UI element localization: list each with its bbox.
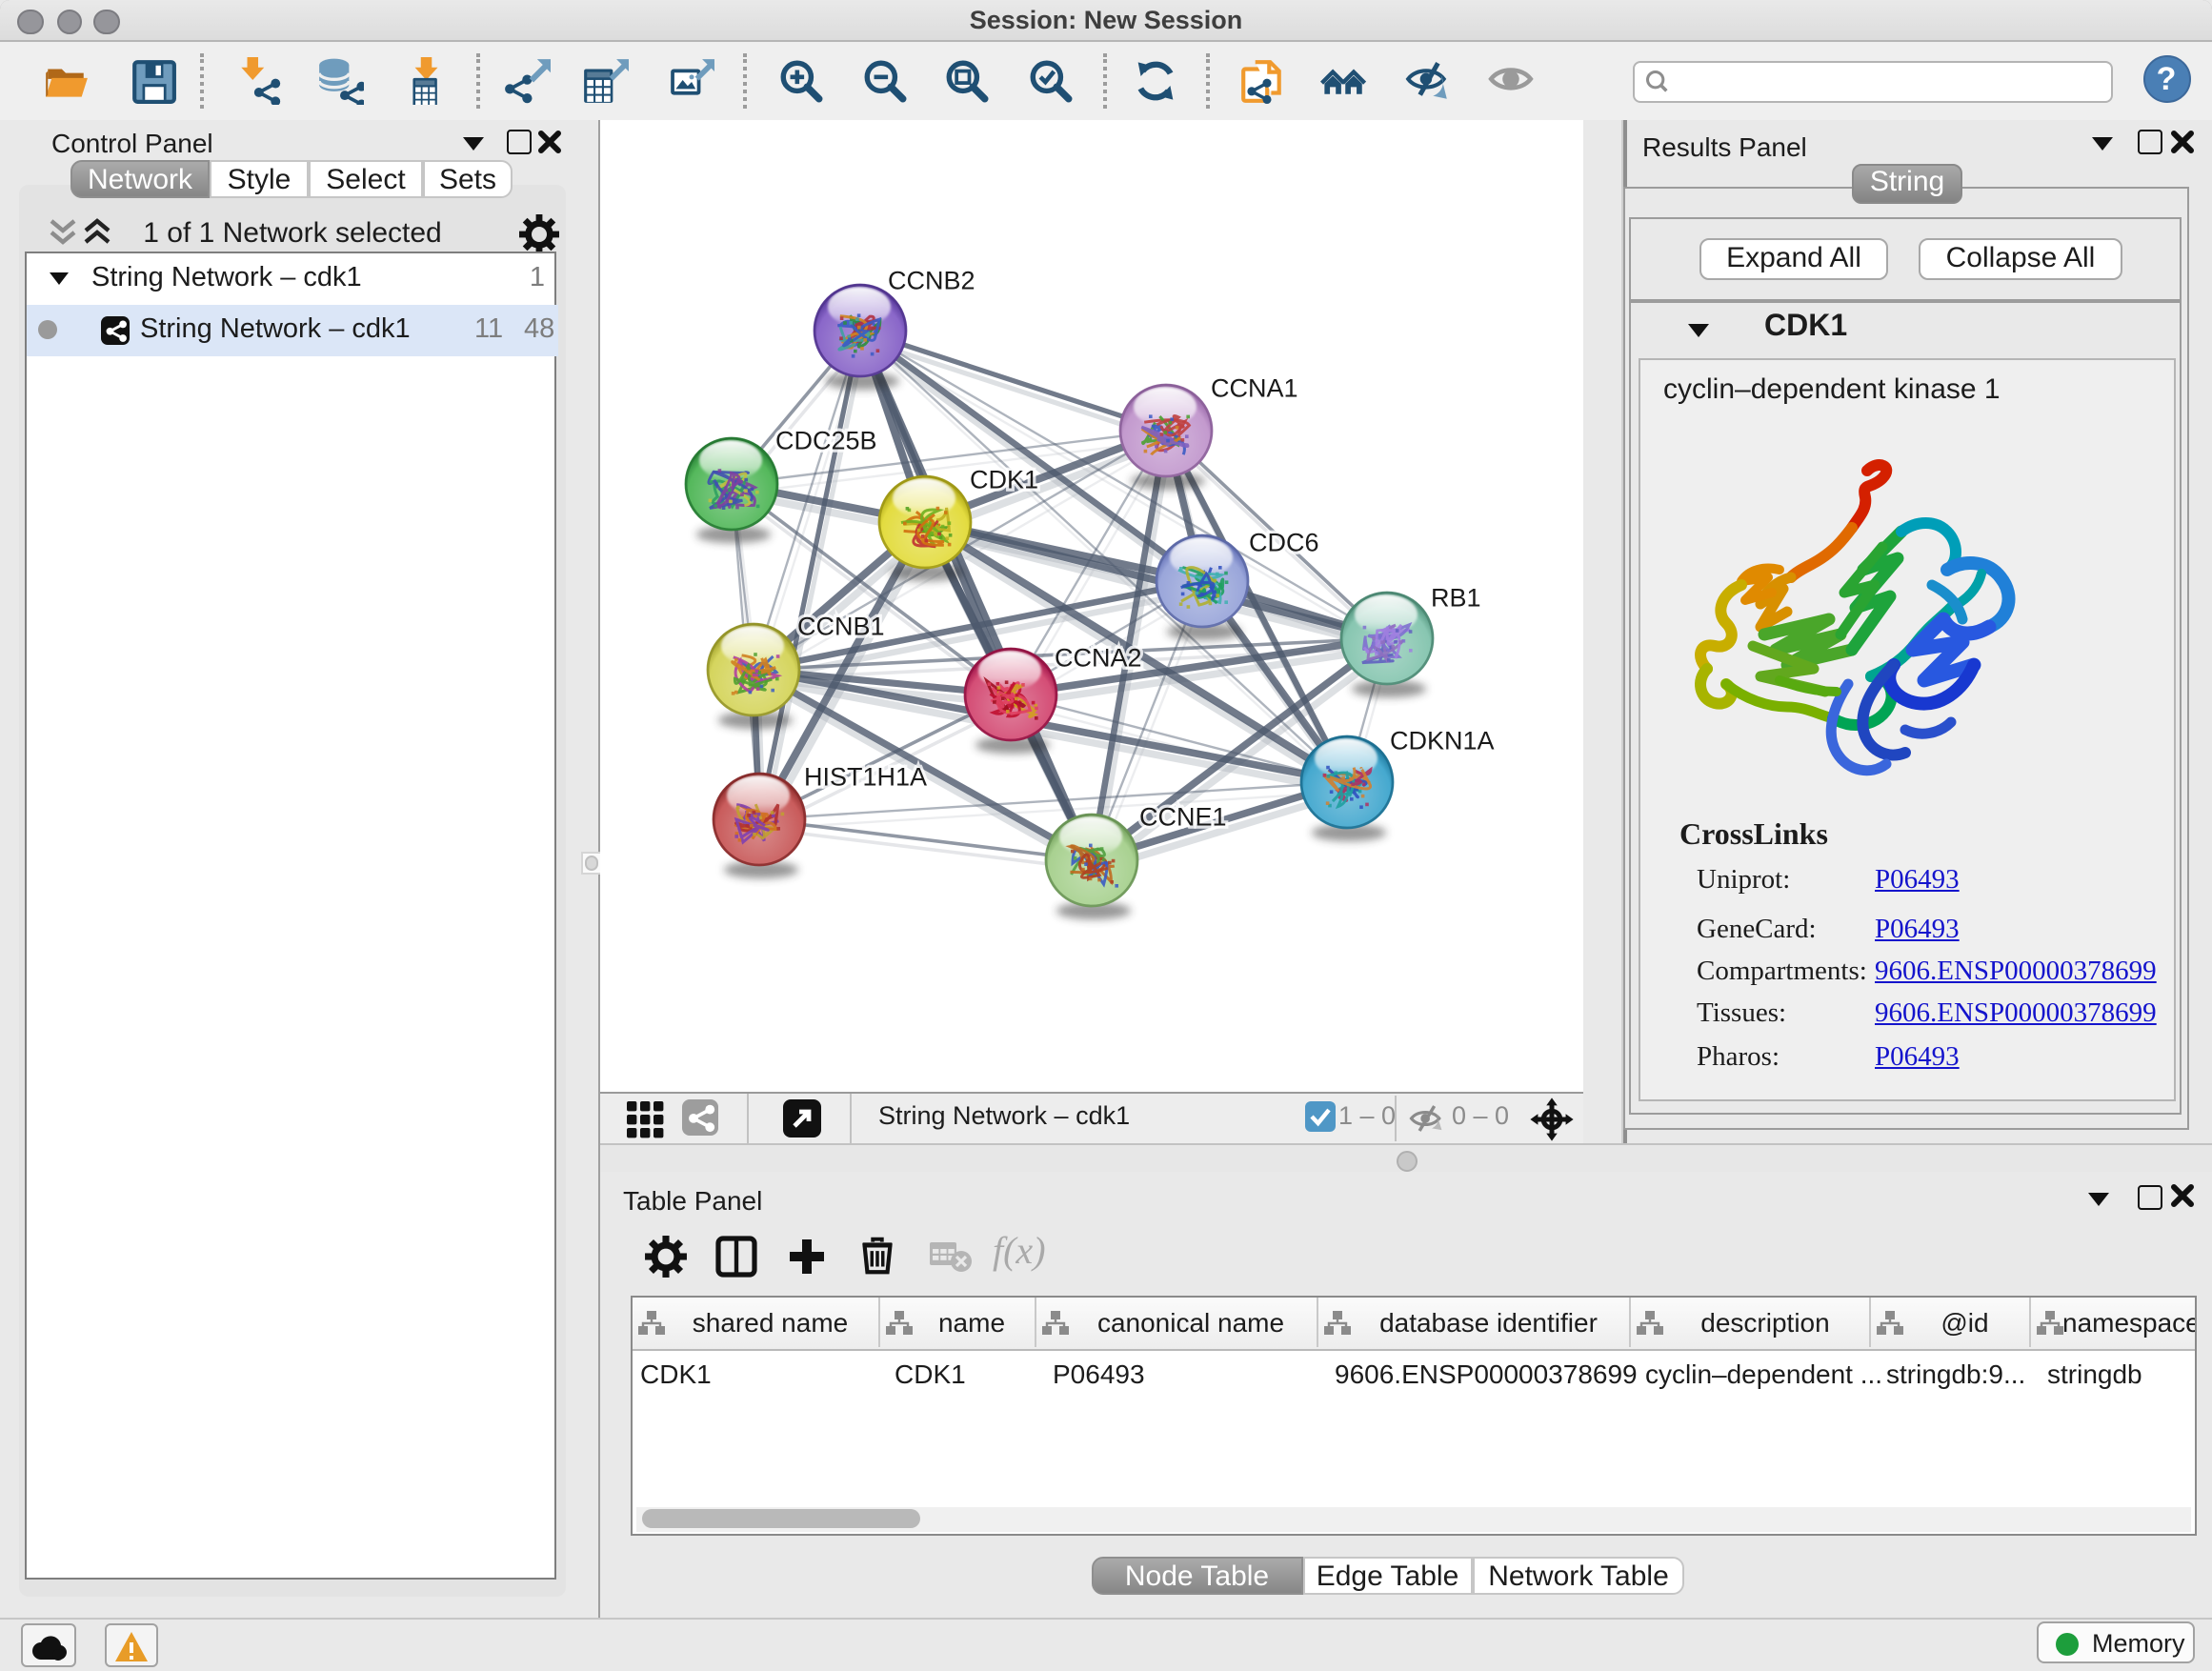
svg-text:CDK1: CDK1	[970, 466, 1038, 494]
svg-text:CDC25B: CDC25B	[775, 427, 877, 455]
svg-text:CCNE1: CCNE1	[1139, 803, 1227, 832]
svg-text:CCNA2: CCNA2	[1055, 644, 1142, 673]
svg-text:CCNB1: CCNB1	[797, 613, 885, 641]
svg-text:HIST1H1A: HIST1H1A	[804, 763, 927, 792]
svg-text:CDC6: CDC6	[1249, 529, 1319, 557]
svg-text:CDKN1A: CDKN1A	[1390, 727, 1495, 755]
svg-text:RB1: RB1	[1431, 584, 1481, 613]
svg-text:CCNA1: CCNA1	[1211, 374, 1298, 403]
svg-text:CCNB2: CCNB2	[888, 267, 975, 295]
